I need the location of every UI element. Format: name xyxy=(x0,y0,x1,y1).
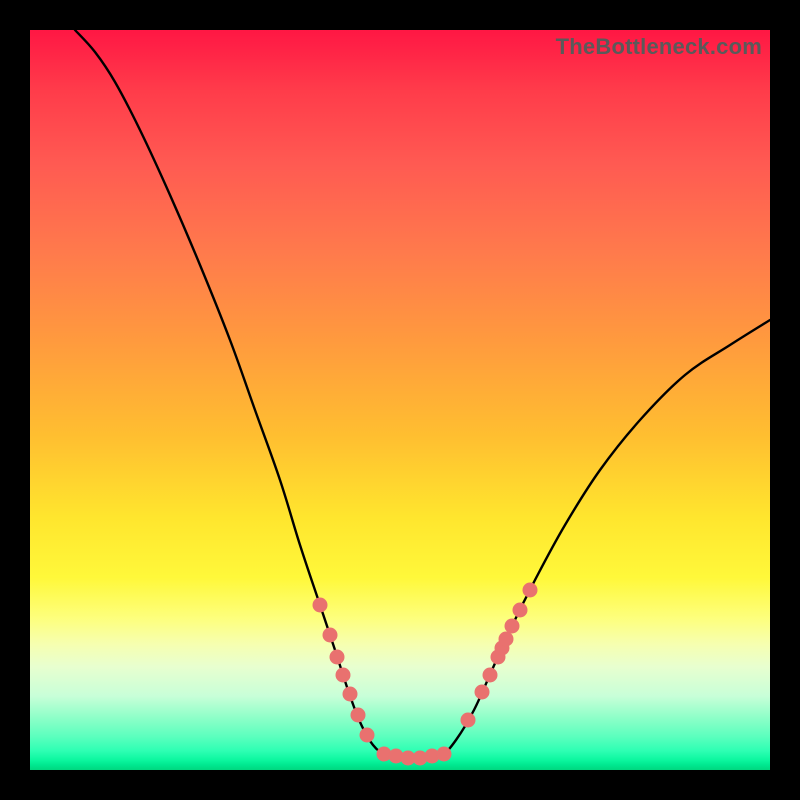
curve-layer xyxy=(30,30,770,770)
right-marker xyxy=(513,603,528,618)
right-marker xyxy=(483,668,498,683)
right-marker xyxy=(461,713,476,728)
watermark-text: TheBottleneck.com xyxy=(556,34,762,60)
left-marker xyxy=(330,650,345,665)
left-marker xyxy=(313,598,328,613)
left-marker xyxy=(343,687,358,702)
left-marker xyxy=(360,728,375,743)
right-marker xyxy=(523,583,538,598)
left-marker xyxy=(351,708,366,723)
chart-frame: TheBottleneck.com xyxy=(0,0,800,800)
bottleneck-curve xyxy=(75,30,770,758)
plot-area: TheBottleneck.com xyxy=(30,30,770,770)
left-marker xyxy=(336,668,351,683)
right-marker xyxy=(475,685,490,700)
trough-marker xyxy=(437,747,452,762)
right-marker xyxy=(505,619,520,634)
left-marker xyxy=(323,628,338,643)
right-marker xyxy=(499,632,514,647)
